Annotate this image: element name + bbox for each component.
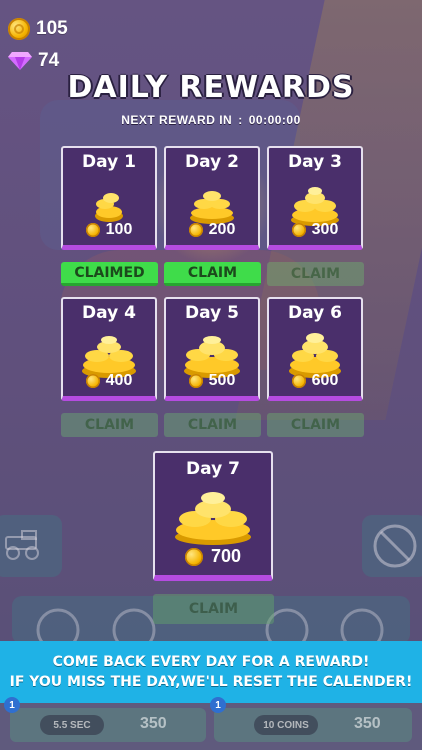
banner-line-2: IF YOU MISS THE DAY,WE'LL RESET THE CALE… xyxy=(9,674,413,690)
coin-icon xyxy=(85,223,100,237)
day-label: Day 5 xyxy=(185,303,239,323)
day-label: Day 4 xyxy=(82,303,136,323)
reward-amount-value: 700 xyxy=(210,546,242,566)
claimed-button-day-1: CLAIMED xyxy=(61,262,158,286)
reward-amount: 200 xyxy=(166,221,258,239)
day-label: Day 2 xyxy=(185,152,239,172)
coin-pile xyxy=(91,188,127,224)
reward-amount: 300 xyxy=(269,221,361,239)
reward-amount: 600 xyxy=(269,372,361,390)
day-label: Day 6 xyxy=(288,303,342,323)
day-card-4: Day 4 400 xyxy=(61,297,157,401)
coins-pill: 10 COINS xyxy=(254,715,318,735)
reward-amount: 400 xyxy=(63,372,155,390)
coin-counter: 105 xyxy=(8,18,68,40)
next-reward-timer: NEXT REWARD IN:00:00:00 xyxy=(0,113,422,127)
day-card-7: Day 7 700 xyxy=(153,451,273,581)
reward-amount: 700 xyxy=(155,546,271,567)
gem-count: 74 xyxy=(38,50,60,71)
day-label: Day 3 xyxy=(288,152,342,172)
coin-icon xyxy=(8,18,30,40)
next-reward-separator: : xyxy=(238,113,243,127)
day-label: Day 7 xyxy=(186,459,240,479)
gem-icon xyxy=(8,52,32,70)
claim-button-day-2[interactable]: CLAIM xyxy=(164,262,261,286)
coin-count: 105 xyxy=(36,18,68,39)
info-banner: COME BACK EVERY DAY FOR A REWARD! IF YOU… xyxy=(0,641,422,703)
reward-amount-value: 200 xyxy=(208,221,236,238)
day-label: Day 1 xyxy=(82,152,136,172)
day-card-3: Day 3 300 xyxy=(267,146,363,250)
timer-pill: 5.5 SEC xyxy=(40,715,104,735)
claim-button-day-6: CLAIM xyxy=(267,413,364,437)
coin-icon xyxy=(85,374,100,388)
day-card-2[interactable]: Day 2 200 xyxy=(164,146,260,250)
next-reward-time: 00:00:00 xyxy=(248,113,301,127)
banner-line-1: COME BACK EVERY DAY FOR A REWARD! xyxy=(52,654,370,670)
reward-amount-value: 600 xyxy=(311,372,339,389)
coin-icon xyxy=(184,547,203,566)
reward-amount-value: 400 xyxy=(105,372,133,389)
claim-button-day-4: CLAIM xyxy=(61,413,158,437)
reward-amount-value: 300 xyxy=(311,221,339,238)
coin-icon xyxy=(188,223,203,237)
reward-amount-value: 100 xyxy=(105,221,133,238)
price-left: 350 xyxy=(140,715,167,732)
background-offer-right: 10 COINS 350 xyxy=(214,708,412,742)
notification-badge-right: 1 xyxy=(210,697,226,713)
day-card-6: Day 6 600 xyxy=(267,297,363,401)
coin-pile xyxy=(173,487,253,547)
notification-badge-left: 1 xyxy=(4,697,20,713)
background-offer-left: 5.5 SEC 350 xyxy=(10,708,206,742)
coin-icon xyxy=(291,374,306,388)
coin-icon xyxy=(291,223,306,237)
reward-amount-value: 500 xyxy=(208,372,236,389)
next-reward-label: NEXT REWARD IN xyxy=(121,113,233,127)
coin-pile xyxy=(186,186,238,226)
day-card-1: Day 1 100 xyxy=(61,146,157,250)
claim-button-day-3: CLAIM xyxy=(267,262,364,286)
claim-button-day-5: CLAIM xyxy=(164,413,261,437)
coin-icon xyxy=(188,374,203,388)
gem-counter: 74 xyxy=(8,50,59,72)
price-right: 350 xyxy=(354,715,381,732)
page-title: DAILY REWARDS xyxy=(67,70,355,105)
day-card-5: Day 5 500 xyxy=(164,297,260,401)
reward-amount: 500 xyxy=(166,372,258,390)
reward-amount: 100 xyxy=(63,221,155,239)
